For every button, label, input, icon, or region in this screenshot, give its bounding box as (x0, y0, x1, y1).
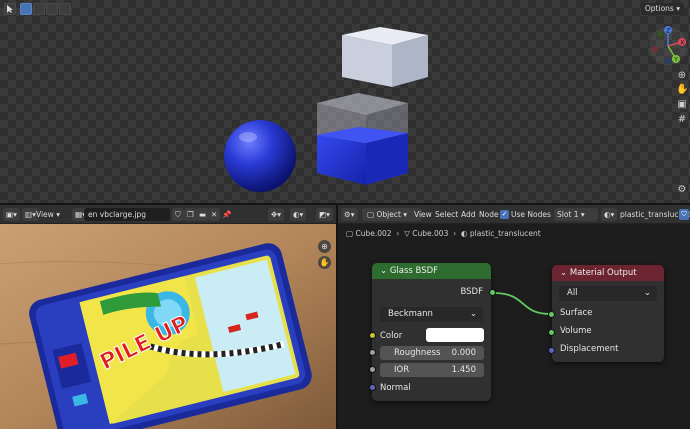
color-swatch[interactable] (426, 328, 484, 342)
material-output-node[interactable]: ⌄ Material Output All ⌄ Surface Volume D… (552, 265, 664, 362)
shield-icon[interactable]: ⛉ (679, 209, 689, 220)
grid-icon[interactable]: # (676, 114, 688, 126)
hand-icon[interactable]: ✋ (676, 84, 688, 96)
menu-add[interactable]: Add (461, 208, 476, 221)
editor-type-icon[interactable]: ⚙▾ (341, 208, 358, 221)
glass-sphere (224, 120, 296, 192)
navigation-gizmo[interactable]: X Y Z (646, 24, 690, 68)
photo-handheld-game: PILE UP (0, 224, 336, 429)
scene-objects (224, 27, 428, 192)
zoom-icon[interactable]: ⊕ (318, 240, 331, 253)
material-browse-icon[interactable]: ◐▾ (601, 208, 618, 221)
zoom-icon[interactable]: ⊕ (676, 70, 688, 82)
pin-icon[interactable]: 📌 (222, 208, 231, 221)
3d-viewport[interactable]: Options ▾ X Y Z ⊕ ✋ ▣ # ⚙ (0, 0, 690, 203)
node-canvas[interactable]: ▢ Cube.002 › ▽ Cube.003 › ◐ plastic_tran… (338, 224, 690, 429)
glass-bsdf-title[interactable]: ⌄ Glass BSDF (372, 263, 491, 279)
editor-type-icon[interactable]: ▣▾ (3, 208, 20, 221)
ior-field[interactable]: IOR 1.450 (380, 363, 484, 377)
normal-label: Normal (380, 383, 411, 393)
new-image-icon[interactable]: ❐ (184, 208, 197, 221)
options-button[interactable]: Options ▾ (640, 3, 684, 15)
hand-icon[interactable]: ✋ (318, 256, 331, 269)
camera-icon[interactable]: ▣ (676, 99, 688, 111)
color-input-socket[interactable] (369, 332, 376, 339)
displacement-label: Displacement (560, 344, 619, 354)
slot-dropdown[interactable]: Slot 1 ▾ (554, 208, 598, 221)
collapse-icon[interactable]: ⌄ (560, 268, 567, 278)
surface-input-socket[interactable] (548, 311, 555, 318)
svg-text:Z: Z (666, 28, 670, 35)
bsdf-output-socket[interactable] (489, 289, 496, 296)
roughness-input-socket[interactable] (369, 349, 376, 356)
select-subtract-mode-icon[interactable] (46, 3, 58, 15)
glass-bsdf-node[interactable]: ⌄ Glass BSDF BSDF Beckmann ⌄ Color Rough… (372, 263, 491, 401)
select-box-mode-icon[interactable] (20, 3, 32, 15)
normal-input-socket[interactable] (369, 384, 376, 391)
menu-view[interactable]: View (414, 208, 432, 221)
use-nodes-checkbox[interactable]: ✓ (500, 210, 509, 219)
image-name-field[interactable]: en vbclarge.jpg (84, 208, 170, 221)
display-channels-icon[interactable]: ◩▾ (316, 208, 333, 221)
menu-select[interactable]: Select (435, 208, 458, 221)
menu-node[interactable]: Node (479, 208, 499, 221)
node-editor-header: ⚙▾ ◉▾ ▢ Object ▾ View Select Add Node ✓ … (338, 205, 690, 224)
roughness-field[interactable]: Roughness 0.000 (380, 346, 484, 360)
glass-container (317, 93, 408, 185)
svg-text:Y: Y (673, 57, 678, 64)
image-editor-header: ▣▾ ▥▾ View ▾ ▦▾ en vbclarge.jpg ⛉ ❐ ▬ ✕ … (0, 205, 336, 224)
fake-user-icon[interactable]: ⛉ (172, 208, 184, 221)
image-canvas[interactable]: PILE UP ⊕ ✋ (0, 224, 336, 429)
volume-input-socket[interactable] (548, 329, 555, 336)
view-menu[interactable]: View ▾ (36, 208, 60, 221)
gear-icon[interactable]: ⚙ (676, 184, 688, 196)
surface-label: Surface (560, 308, 593, 318)
unlink-image-icon[interactable]: ✕ (208, 208, 221, 221)
volume-label: Volume (560, 326, 592, 336)
select-tool-icon[interactable] (4, 3, 16, 15)
svg-text:X: X (680, 40, 684, 47)
use-nodes-label: Use Nodes (511, 210, 551, 219)
lid-cube (342, 27, 428, 87)
color-label: Color (380, 331, 403, 341)
select-intersect-mode-icon[interactable] (59, 3, 71, 15)
target-dropdown[interactable]: All ⌄ (559, 286, 657, 301)
displacement-input-socket[interactable] (548, 347, 555, 354)
distribution-dropdown[interactable]: Beckmann ⌄ (380, 307, 483, 322)
select-extend-mode-icon[interactable] (33, 3, 45, 15)
bsdf-output-label: BSDF (460, 287, 483, 297)
collapse-icon[interactable]: ⌄ (380, 266, 387, 276)
ior-input-socket[interactable] (369, 366, 376, 373)
gizmo-toggle-icon[interactable]: ✥▾ (268, 208, 285, 221)
overlay-toggle-icon[interactable]: ◐▾ (290, 208, 307, 221)
material-output-title[interactable]: ⌄ Material Output (552, 265, 664, 281)
